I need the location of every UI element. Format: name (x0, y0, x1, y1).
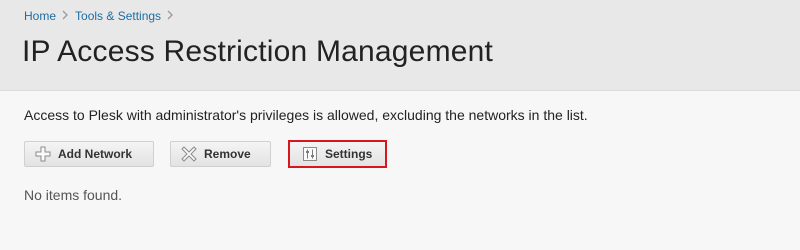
chevron-right-icon (167, 9, 174, 23)
plus-icon (35, 146, 51, 162)
settings-button[interactable]: Settings (288, 140, 387, 168)
remove-label: Remove (204, 147, 251, 161)
breadcrumb-home-link[interactable]: Home (24, 9, 56, 23)
add-network-button[interactable]: Add Network (24, 141, 154, 167)
page-header: Home Tools & Settings IP Access Restrict… (0, 0, 800, 91)
x-icon (181, 146, 197, 162)
page-title: IP Access Restriction Management (22, 35, 494, 68)
page-description: Access to Plesk with administrator's pri… (24, 107, 588, 123)
settings-icon (302, 146, 318, 162)
empty-list-message: No items found. (24, 187, 123, 203)
add-network-label: Add Network (58, 147, 133, 161)
chevron-right-icon (62, 9, 69, 23)
remove-button[interactable]: Remove (170, 141, 271, 167)
breadcrumb: Home Tools & Settings (24, 9, 180, 23)
settings-label: Settings (325, 147, 373, 161)
breadcrumb-tools-settings-link[interactable]: Tools & Settings (75, 9, 161, 23)
